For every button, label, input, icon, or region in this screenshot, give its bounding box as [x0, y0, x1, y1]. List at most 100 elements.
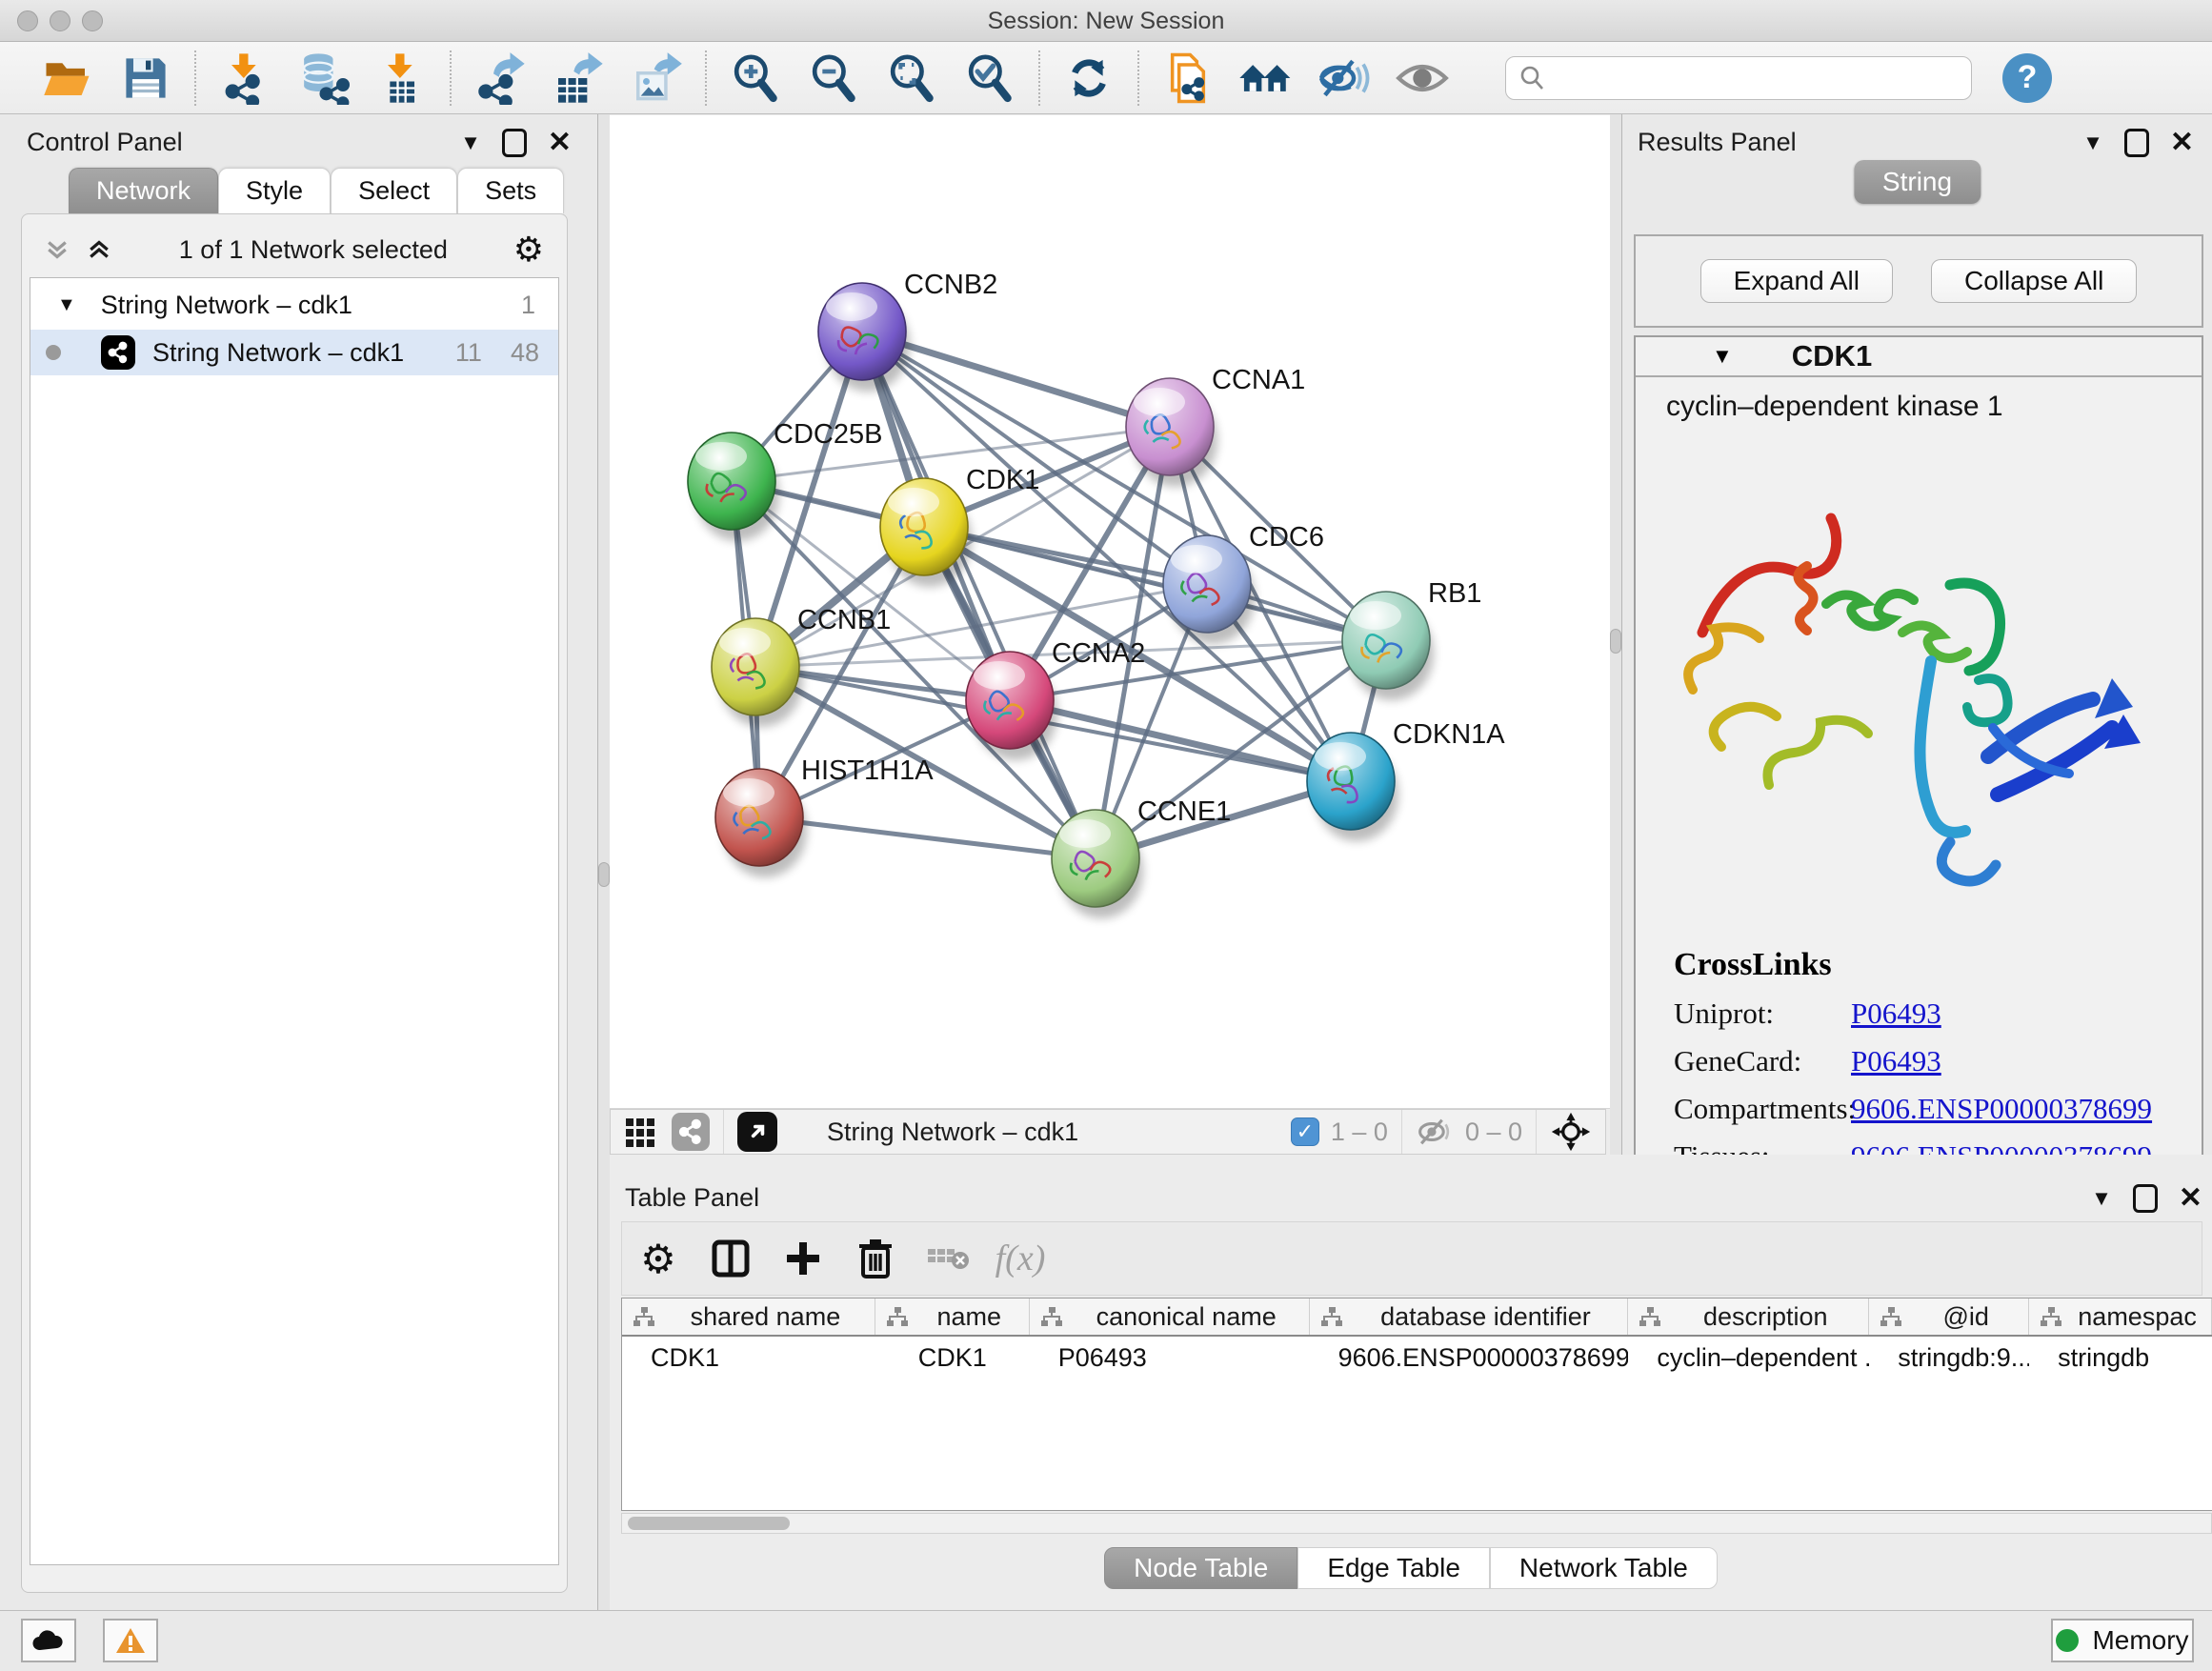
save-session-icon[interactable]: [114, 50, 177, 106]
protein-structure-image: [1664, 442, 2160, 918]
expand-all-button[interactable]: Expand All: [1700, 259, 1893, 303]
network-collection-row[interactable]: ▼ String Network – cdk1 1: [30, 282, 558, 328]
column-header-namespac[interactable]: namespac: [2029, 1299, 2212, 1335]
network-node-CCNE1[interactable]: CCNE1: [1052, 796, 1231, 918]
home-icon[interactable]: [1235, 50, 1297, 106]
collapse-all-icon[interactable]: [43, 235, 71, 264]
memory-button[interactable]: Memory: [2051, 1619, 2194, 1662]
crosslink-uniprot-link[interactable]: P06493: [1851, 997, 1941, 1031]
column-header-description[interactable]: description: [1628, 1299, 1869, 1335]
table-panel-menu-icon[interactable]: ▼: [2091, 1186, 2112, 1211]
control-panel-menu-icon[interactable]: ▼: [460, 131, 481, 155]
import-network-database-icon[interactable]: [292, 50, 354, 106]
tab-node-table[interactable]: Node Table: [1104, 1547, 1297, 1589]
expand-all-icon[interactable]: [85, 235, 113, 264]
left-splitter[interactable]: [598, 114, 610, 1610]
table-cell[interactable]: P06493: [1030, 1337, 1310, 1379]
table-hscrollbar[interactable]: [621, 1513, 2212, 1534]
control-panel-float-icon[interactable]: [502, 129, 527, 157]
show-columns-icon[interactable]: [700, 1230, 761, 1287]
right-splitter[interactable]: [1610, 114, 1621, 1155]
minimize-window-button[interactable]: [50, 10, 70, 31]
table-panel-close-icon[interactable]: ✕: [2179, 1181, 2202, 1215]
table-cell[interactable]: CDK1: [875, 1337, 1030, 1379]
tab-network[interactable]: Network: [69, 168, 218, 213]
control-panel-close-icon[interactable]: ✕: [548, 126, 572, 159]
table-options-gear-icon[interactable]: ⚙: [628, 1230, 689, 1287]
column-header-shared-name[interactable]: shared name: [622, 1299, 875, 1335]
column-header--id[interactable]: @id: [1869, 1299, 2029, 1335]
table-cell[interactable]: stringdb:9...: [1869, 1337, 2029, 1379]
network-overview-icon[interactable]: [672, 1113, 710, 1151]
network-node-CCNA1[interactable]: CCNA1: [1126, 365, 1305, 487]
search-field[interactable]: [1505, 56, 1972, 100]
column-header-canonical-name[interactable]: canonical name: [1030, 1299, 1310, 1335]
tab-network-table[interactable]: Network Table: [1490, 1547, 1718, 1589]
column-type-icon: [1319, 1306, 1344, 1327]
warnings-button[interactable]: [103, 1619, 158, 1662]
eye-slash-icon[interactable]: [1313, 50, 1376, 106]
edge-HIST1H1A-CCNE1[interactable]: [759, 817, 1096, 858]
birdseye-grid-icon[interactable]: [624, 1115, 658, 1149]
eye-icon[interactable]: [1391, 50, 1454, 106]
duplicate-network-icon[interactable]: [1156, 50, 1219, 106]
network-view-title: String Network – cdk1: [827, 1117, 1078, 1147]
column-header-database-identifier[interactable]: database identifier: [1310, 1299, 1629, 1335]
pan-crosshair-icon[interactable]: [1550, 1111, 1592, 1153]
table-cell[interactable]: CDK1: [622, 1337, 875, 1379]
network-node-CDC6[interactable]: CDC6: [1163, 522, 1324, 644]
network-node-CCNA2[interactable]: CCNA2: [966, 638, 1145, 760]
export-network-icon[interactable]: [469, 50, 532, 106]
column-header-name[interactable]: name: [875, 1299, 1030, 1335]
network-node-CDKN1A[interactable]: CDKN1A: [1307, 719, 1505, 841]
help-button[interactable]: ?: [2002, 53, 2052, 103]
refresh-icon[interactable]: [1057, 50, 1120, 106]
table-cell[interactable]: cyclin–dependent ...: [1628, 1337, 1869, 1379]
network-row[interactable]: String Network – cdk1 11 48: [30, 330, 558, 375]
network-node-HIST1H1A[interactable]: HIST1H1A: [715, 755, 934, 877]
table-cell[interactable]: 9606.ENSP00000378699: [1310, 1337, 1629, 1379]
crosslink-genecard-link[interactable]: P06493: [1851, 1044, 1941, 1078]
network-view[interactable]: CCNB2CCNA1CDC25BCDK1CDC6RB1CCNB1CCNA2CDK…: [610, 115, 1610, 1109]
export-table-icon[interactable]: [547, 50, 610, 106]
zoom-selected-icon[interactable]: [958, 50, 1021, 106]
maximize-view-icon[interactable]: [737, 1112, 777, 1152]
tab-select[interactable]: Select: [331, 168, 457, 213]
tab-sets[interactable]: Sets: [457, 168, 564, 213]
collapse-all-button[interactable]: Collapse All: [1931, 259, 2137, 303]
network-node-RB1[interactable]: RB1: [1342, 578, 1481, 700]
table-hscrollbar-thumb[interactable]: [628, 1517, 790, 1530]
delete-column-icon[interactable]: [845, 1230, 906, 1287]
results-panel-float-icon[interactable]: [2124, 129, 2149, 157]
network-node-CDK1[interactable]: CDK1: [880, 465, 1039, 587]
table-cell[interactable]: stringdb: [2029, 1337, 2212, 1379]
gene-disclosure-icon[interactable]: ▼: [1712, 344, 1733, 369]
add-column-icon[interactable]: [773, 1230, 834, 1287]
zoom-in-icon[interactable]: [724, 50, 787, 106]
import-table-file-icon[interactable]: [370, 50, 432, 106]
import-network-file-icon[interactable]: [213, 50, 276, 106]
left-splitter-handle[interactable]: [598, 862, 610, 887]
results-panel-menu-icon[interactable]: ▼: [2082, 131, 2103, 155]
cloud-button[interactable]: [21, 1619, 76, 1662]
selected-checkbox-icon[interactable]: ✓: [1291, 1117, 1319, 1146]
zoom-fit-icon[interactable]: [880, 50, 943, 106]
column-type-icon: [885, 1306, 910, 1327]
crosslink-compartments-link[interactable]: 9606.ENSP00000378699: [1851, 1092, 2152, 1126]
table-panel-float-icon[interactable]: [2133, 1184, 2158, 1213]
zoom-out-icon[interactable]: [802, 50, 865, 106]
search-input[interactable]: [1546, 63, 1946, 92]
close-window-button[interactable]: [17, 10, 38, 31]
open-session-icon[interactable]: [36, 50, 99, 106]
collection-disclosure-icon[interactable]: ▼: [57, 294, 76, 316]
table-tabs: Node TableEdge TableNetwork Table: [610, 1547, 2212, 1589]
gene-entry-header[interactable]: ▼ CDK1: [1636, 337, 2202, 377]
network-options-gear-icon[interactable]: ⚙: [513, 230, 544, 270]
right-splitter-handle[interactable]: [1610, 629, 1621, 654]
tab-edge-table[interactable]: Edge Table: [1297, 1547, 1490, 1589]
tab-style[interactable]: Style: [218, 168, 331, 213]
export-image-icon[interactable]: [625, 50, 688, 106]
zoom-window-button[interactable]: [82, 10, 103, 31]
tab-string[interactable]: String: [1854, 160, 1981, 204]
results-panel-close-icon[interactable]: ✕: [2170, 126, 2194, 159]
